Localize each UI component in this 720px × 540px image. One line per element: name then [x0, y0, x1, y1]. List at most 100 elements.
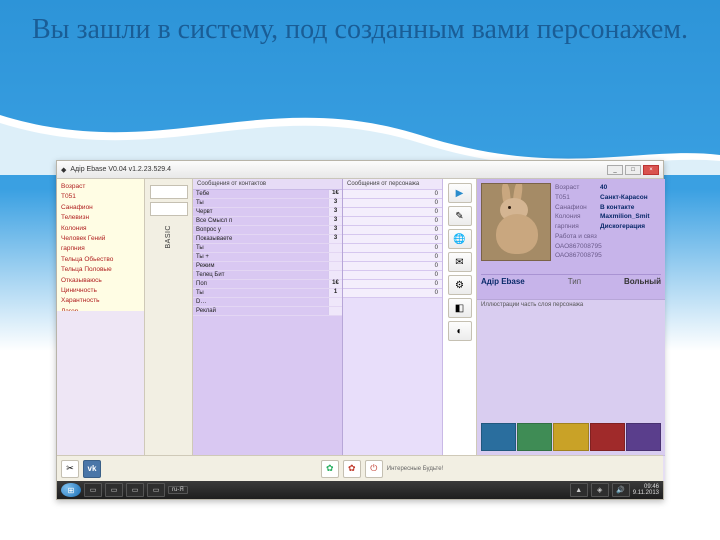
tray-volume-icon[interactable]: 🔊	[612, 483, 630, 497]
contacts-header: Сообщения от контактов	[193, 179, 342, 190]
app-bottombar: ✂ vk ✿ ✿ ⏻ Интересные Будьте!	[57, 455, 663, 481]
msg-count: 0	[343, 253, 442, 262]
info-label: Возраст	[555, 183, 597, 193]
window-titlebar[interactable]: ◆ Aдір Ebase V0.04 v1.2.23.529.4 _ □ ×	[57, 161, 663, 179]
theme-button[interactable]: ◐	[448, 321, 472, 341]
stat-label: Тельца Обьество	[61, 255, 113, 265]
info-value: Санкт-Карасон	[600, 193, 648, 203]
contact-count: 1€	[328, 190, 342, 198]
slide-title: Вы зашли в систему, под созданным вами п…	[0, 12, 720, 47]
vtab-1[interactable]	[150, 185, 188, 199]
color-swatch[interactable]	[517, 423, 552, 451]
contact-count: 3	[328, 226, 342, 234]
contact-count: 3	[328, 217, 342, 225]
character-avatar[interactable]	[481, 183, 551, 261]
contact-name[interactable]: Тебе	[193, 190, 328, 198]
bottombar-text: Интересные Будьте!	[387, 466, 443, 472]
taskbar-item[interactable]: ▭	[105, 483, 123, 497]
window-title-text: Aдір Ebase V0.04 v1.2.23.529.4	[70, 166, 171, 173]
contact-name[interactable]: Вопрос у	[193, 226, 328, 234]
os-taskbar[interactable]: ⊞ ▭ ▭ ▭ ▭ ru-Я ▲ ◈ 🔊 09:46 9.11.2013	[57, 481, 663, 499]
contact-count	[328, 253, 342, 261]
contact-count: 3	[328, 199, 342, 207]
contacts-messages-panel: Сообщения от контактов Тебе1€ Ты3 Червт3…	[193, 179, 343, 481]
msg-count: 0	[343, 262, 442, 271]
contact-count	[328, 262, 342, 270]
contact-count: 1	[328, 289, 342, 297]
stat-label: Санафион	[61, 203, 93, 213]
play-button[interactable]: ▶	[448, 183, 472, 203]
tray-network-icon[interactable]: ◈	[591, 483, 609, 497]
edit-button[interactable]: ✎	[448, 206, 472, 226]
stat-label: Человек Гений	[61, 234, 105, 244]
tool-column: ▶ ✎ 🌐 ✉ ⚙ ◧ ◐	[443, 179, 477, 481]
msg-count: 0	[343, 280, 442, 289]
color-swatch[interactable]	[590, 423, 625, 451]
vtab-label: BASIC	[165, 225, 172, 249]
message-counts: 0 0 0 0 0 0 0 0 0 0 0 0	[343, 190, 442, 298]
contacts-table[interactable]: Тебе1€ Ты3 Червт3 Все Смысл п3 Вопрос у3…	[193, 190, 342, 481]
rabbit-icon	[482, 184, 550, 260]
mail-button[interactable]: ✉	[448, 252, 472, 272]
msg-count: 0	[343, 190, 442, 199]
contact-name[interactable]: Ты	[193, 199, 328, 207]
globe-button[interactable]: 🌐	[448, 229, 472, 249]
contact-name[interactable]: Червт	[193, 208, 328, 216]
character-type-label: Тип	[568, 277, 581, 295]
contact-name[interactable]: Ты +	[193, 253, 328, 261]
gear-red-icon[interactable]: ✿	[343, 460, 361, 478]
contact-name[interactable]: Ты	[193, 289, 328, 297]
msg-count: 0	[343, 226, 442, 235]
info-value: Maxmilion_Smit	[600, 212, 649, 222]
stat-label: Тельца Половые	[61, 265, 112, 275]
power-icon[interactable]: ⏻	[365, 460, 383, 478]
close-button[interactable]: ×	[643, 165, 659, 175]
gear-green-icon[interactable]: ✿	[321, 460, 339, 478]
stat-label: Отказываюсь	[61, 276, 102, 286]
taskbar-item[interactable]: ▭	[126, 483, 144, 497]
stat-label: Колония	[61, 224, 86, 234]
stat-label: T051	[61, 192, 76, 202]
tool-scissors-icon[interactable]: ✂	[61, 460, 79, 478]
info-label: ОАО867008795	[555, 242, 602, 252]
vtab-2[interactable]	[150, 202, 188, 216]
stat-label: Харантность	[61, 296, 100, 306]
info-value: Дискогерация	[600, 222, 645, 232]
contact-name[interactable]: Ты	[193, 244, 328, 252]
language-indicator[interactable]: ru-Я	[168, 486, 188, 494]
taskbar-item[interactable]: ▭	[84, 483, 102, 497]
stat-label: гарпния	[61, 244, 85, 254]
taskbar-item[interactable]: ▭	[147, 483, 165, 497]
color-palette[interactable]	[481, 423, 661, 451]
layout-button[interactable]: ◧	[448, 298, 472, 318]
color-swatch[interactable]	[626, 423, 661, 451]
color-swatch[interactable]	[481, 423, 516, 451]
stat-label: Телевизн	[61, 213, 89, 223]
contact-name[interactable]: Режим	[193, 262, 328, 270]
contact-name[interactable]: Реклай	[193, 307, 328, 315]
contact-name[interactable]: Показываете	[193, 235, 328, 243]
contact-name[interactable]: Все Смысл п	[193, 217, 328, 225]
color-swatch[interactable]	[553, 423, 588, 451]
contact-name[interactable]: Телец Бит	[193, 271, 328, 279]
msg-count: 0	[343, 199, 442, 208]
character-faction: Вольный	[624, 277, 661, 295]
app-window: ◆ Aдір Ebase V0.04 v1.2.23.529.4 _ □ × В…	[56, 160, 664, 500]
info-value: В контакте	[600, 203, 634, 213]
vk-button[interactable]: vk	[83, 460, 101, 478]
contact-count: 3	[328, 208, 342, 216]
start-button[interactable]: ⊞	[61, 483, 81, 497]
character-messages-panel: Сообщения от персонажа 0 0 0 0 0 0 0 0 0…	[343, 179, 443, 481]
settings-button[interactable]: ⚙	[448, 275, 472, 295]
contact-count: 1€	[328, 280, 342, 288]
character-name: Адір Ebase	[481, 277, 525, 295]
maximize-button[interactable]: □	[625, 165, 641, 175]
tray-icon[interactable]: ▲	[570, 483, 588, 497]
character-messages-header: Сообщения от персонажа	[343, 179, 442, 190]
taskbar-clock[interactable]: 09:46 9.11.2013	[633, 484, 659, 496]
contact-name[interactable]: D…	[193, 298, 328, 306]
contact-name[interactable]: Поп	[193, 280, 328, 288]
stat-label: Циничность	[61, 286, 97, 296]
info-label: гарпния	[555, 222, 597, 232]
minimize-button[interactable]: _	[607, 165, 623, 175]
